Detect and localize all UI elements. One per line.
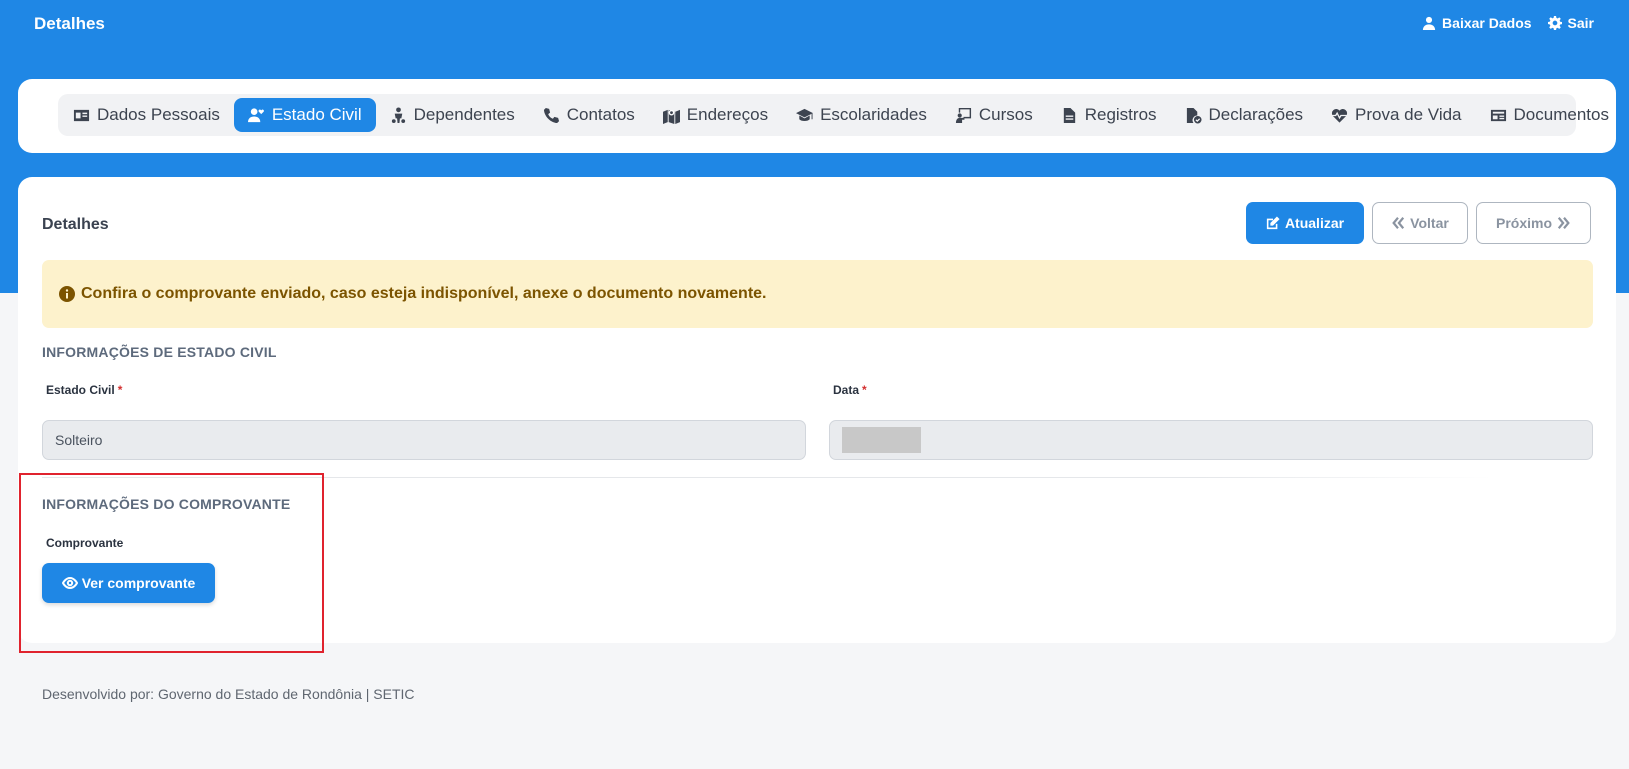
- tab-contatos[interactable]: Contatos: [529, 98, 649, 132]
- top-actions: Baixar Dados Sair: [1422, 15, 1594, 31]
- section-title-proof: INFORMAÇÕES DO COMPROVANTE: [42, 496, 291, 512]
- section-title-civil: INFORMAÇÕES DE ESTADO CIVIL: [42, 344, 277, 360]
- tab-declaracoes[interactable]: Declarações: [1171, 98, 1318, 132]
- back-button[interactable]: Voltar: [1372, 202, 1468, 244]
- tab-documentos[interactable]: Documentos: [1476, 98, 1623, 132]
- tab-label: Declarações: [1208, 105, 1304, 124]
- edit-icon: [1266, 216, 1280, 230]
- tab-label: Cursos: [978, 105, 1033, 124]
- data-label: Data *: [833, 383, 867, 397]
- data-label-text: Data: [833, 383, 860, 397]
- double-chevron-left-icon: [1392, 217, 1405, 229]
- tab-label: Escolaridades: [820, 105, 927, 124]
- view-proof-button[interactable]: Ver comprovante: [42, 563, 215, 603]
- update-button[interactable]: Atualizar: [1246, 202, 1364, 244]
- proof-label: Comprovante: [46, 536, 124, 550]
- info-icon: [59, 286, 75, 302]
- tab-label: Dados Pessoais: [97, 105, 220, 124]
- estado-civil-value: Solteiro: [55, 432, 103, 448]
- action-buttons: Atualizar Voltar Próximo: [1246, 202, 1591, 244]
- child-icon: [391, 106, 405, 123]
- tabs-card: Dados Pessoais Estado Civil Dependentes …: [18, 79, 1616, 153]
- graduation-cap-icon: [796, 108, 814, 121]
- gear-icon: [1547, 16, 1562, 30]
- estado-civil-label-text: Estado Civil: [46, 383, 115, 397]
- user-icon: [1422, 16, 1436, 30]
- alert-text: Confira o comprovante enviado, caso este…: [81, 285, 767, 302]
- footer-text: Desenvolvido por: Governo do Estado de R…: [42, 686, 415, 702]
- redacted-value: [842, 427, 921, 453]
- id-card-icon: [73, 109, 90, 121]
- tab-cursos[interactable]: Cursos: [941, 98, 1047, 132]
- estado-civil-field[interactable]: Solteiro: [42, 420, 806, 460]
- tab-label: Dependentes: [413, 105, 515, 124]
- tab-label: Contatos: [566, 105, 635, 124]
- divider: [42, 477, 1492, 478]
- heart-pulse-icon: [1331, 108, 1348, 123]
- tab-enderecos[interactable]: Endereços: [649, 98, 782, 132]
- estado-civil-label: Estado Civil *: [46, 383, 122, 397]
- phone-icon: [543, 107, 559, 123]
- required-mark: *: [862, 383, 867, 397]
- double-chevron-right-icon: [1557, 217, 1570, 229]
- chalkboard-icon: [955, 107, 971, 123]
- download-data-button[interactable]: Baixar Dados: [1422, 15, 1532, 31]
- tab-registros[interactable]: Registros: [1047, 98, 1171, 132]
- tab-label: Endereços: [686, 105, 769, 124]
- top-bar: Detalhes Baixar Dados Sair: [0, 0, 1629, 48]
- logout-label: Sair: [1567, 15, 1594, 31]
- info-alert: Confira o comprovante enviado, caso este…: [42, 260, 1593, 328]
- file-icon: [1063, 107, 1075, 123]
- tab-label: Estado Civil: [271, 105, 362, 124]
- file-check-icon: [1186, 107, 1202, 124]
- tab-dependentes[interactable]: Dependentes: [376, 98, 529, 132]
- tab-estado-civil[interactable]: Estado Civil: [233, 98, 376, 132]
- map-icon: [662, 109, 680, 124]
- required-mark: *: [117, 383, 123, 397]
- document-card-icon: [1490, 109, 1506, 121]
- tab-label: Prova de Vida: [1355, 105, 1462, 124]
- page-title: Detalhes: [42, 216, 109, 233]
- tab-dados-pessoais[interactable]: Dados Pessoais: [59, 98, 234, 132]
- eye-icon: [61, 576, 78, 590]
- user-heart-icon: [247, 107, 264, 122]
- tabs-nav: Dados Pessoais Estado Civil Dependentes …: [58, 94, 1609, 136]
- details-card: Detalhes Atualizar Voltar Próximo Confir…: [18, 177, 1616, 643]
- tab-label: Registros: [1084, 105, 1157, 124]
- next-button[interactable]: Próximo: [1476, 202, 1591, 244]
- app-title: Detalhes: [34, 14, 105, 33]
- back-label: Voltar: [1410, 215, 1449, 231]
- download-data-label: Baixar Dados: [1442, 15, 1532, 31]
- update-label: Atualizar: [1284, 215, 1345, 231]
- tab-label: Documentos: [1513, 105, 1609, 124]
- next-label: Próximo: [1495, 215, 1552, 231]
- logout-button[interactable]: Sair: [1547, 15, 1594, 31]
- tab-prova-de-vida[interactable]: Prova de Vida: [1317, 98, 1475, 132]
- view-proof-label: Ver comprovante: [81, 575, 196, 591]
- data-field[interactable]: [829, 420, 1593, 460]
- tab-escolaridades[interactable]: Escolaridades: [782, 98, 941, 132]
